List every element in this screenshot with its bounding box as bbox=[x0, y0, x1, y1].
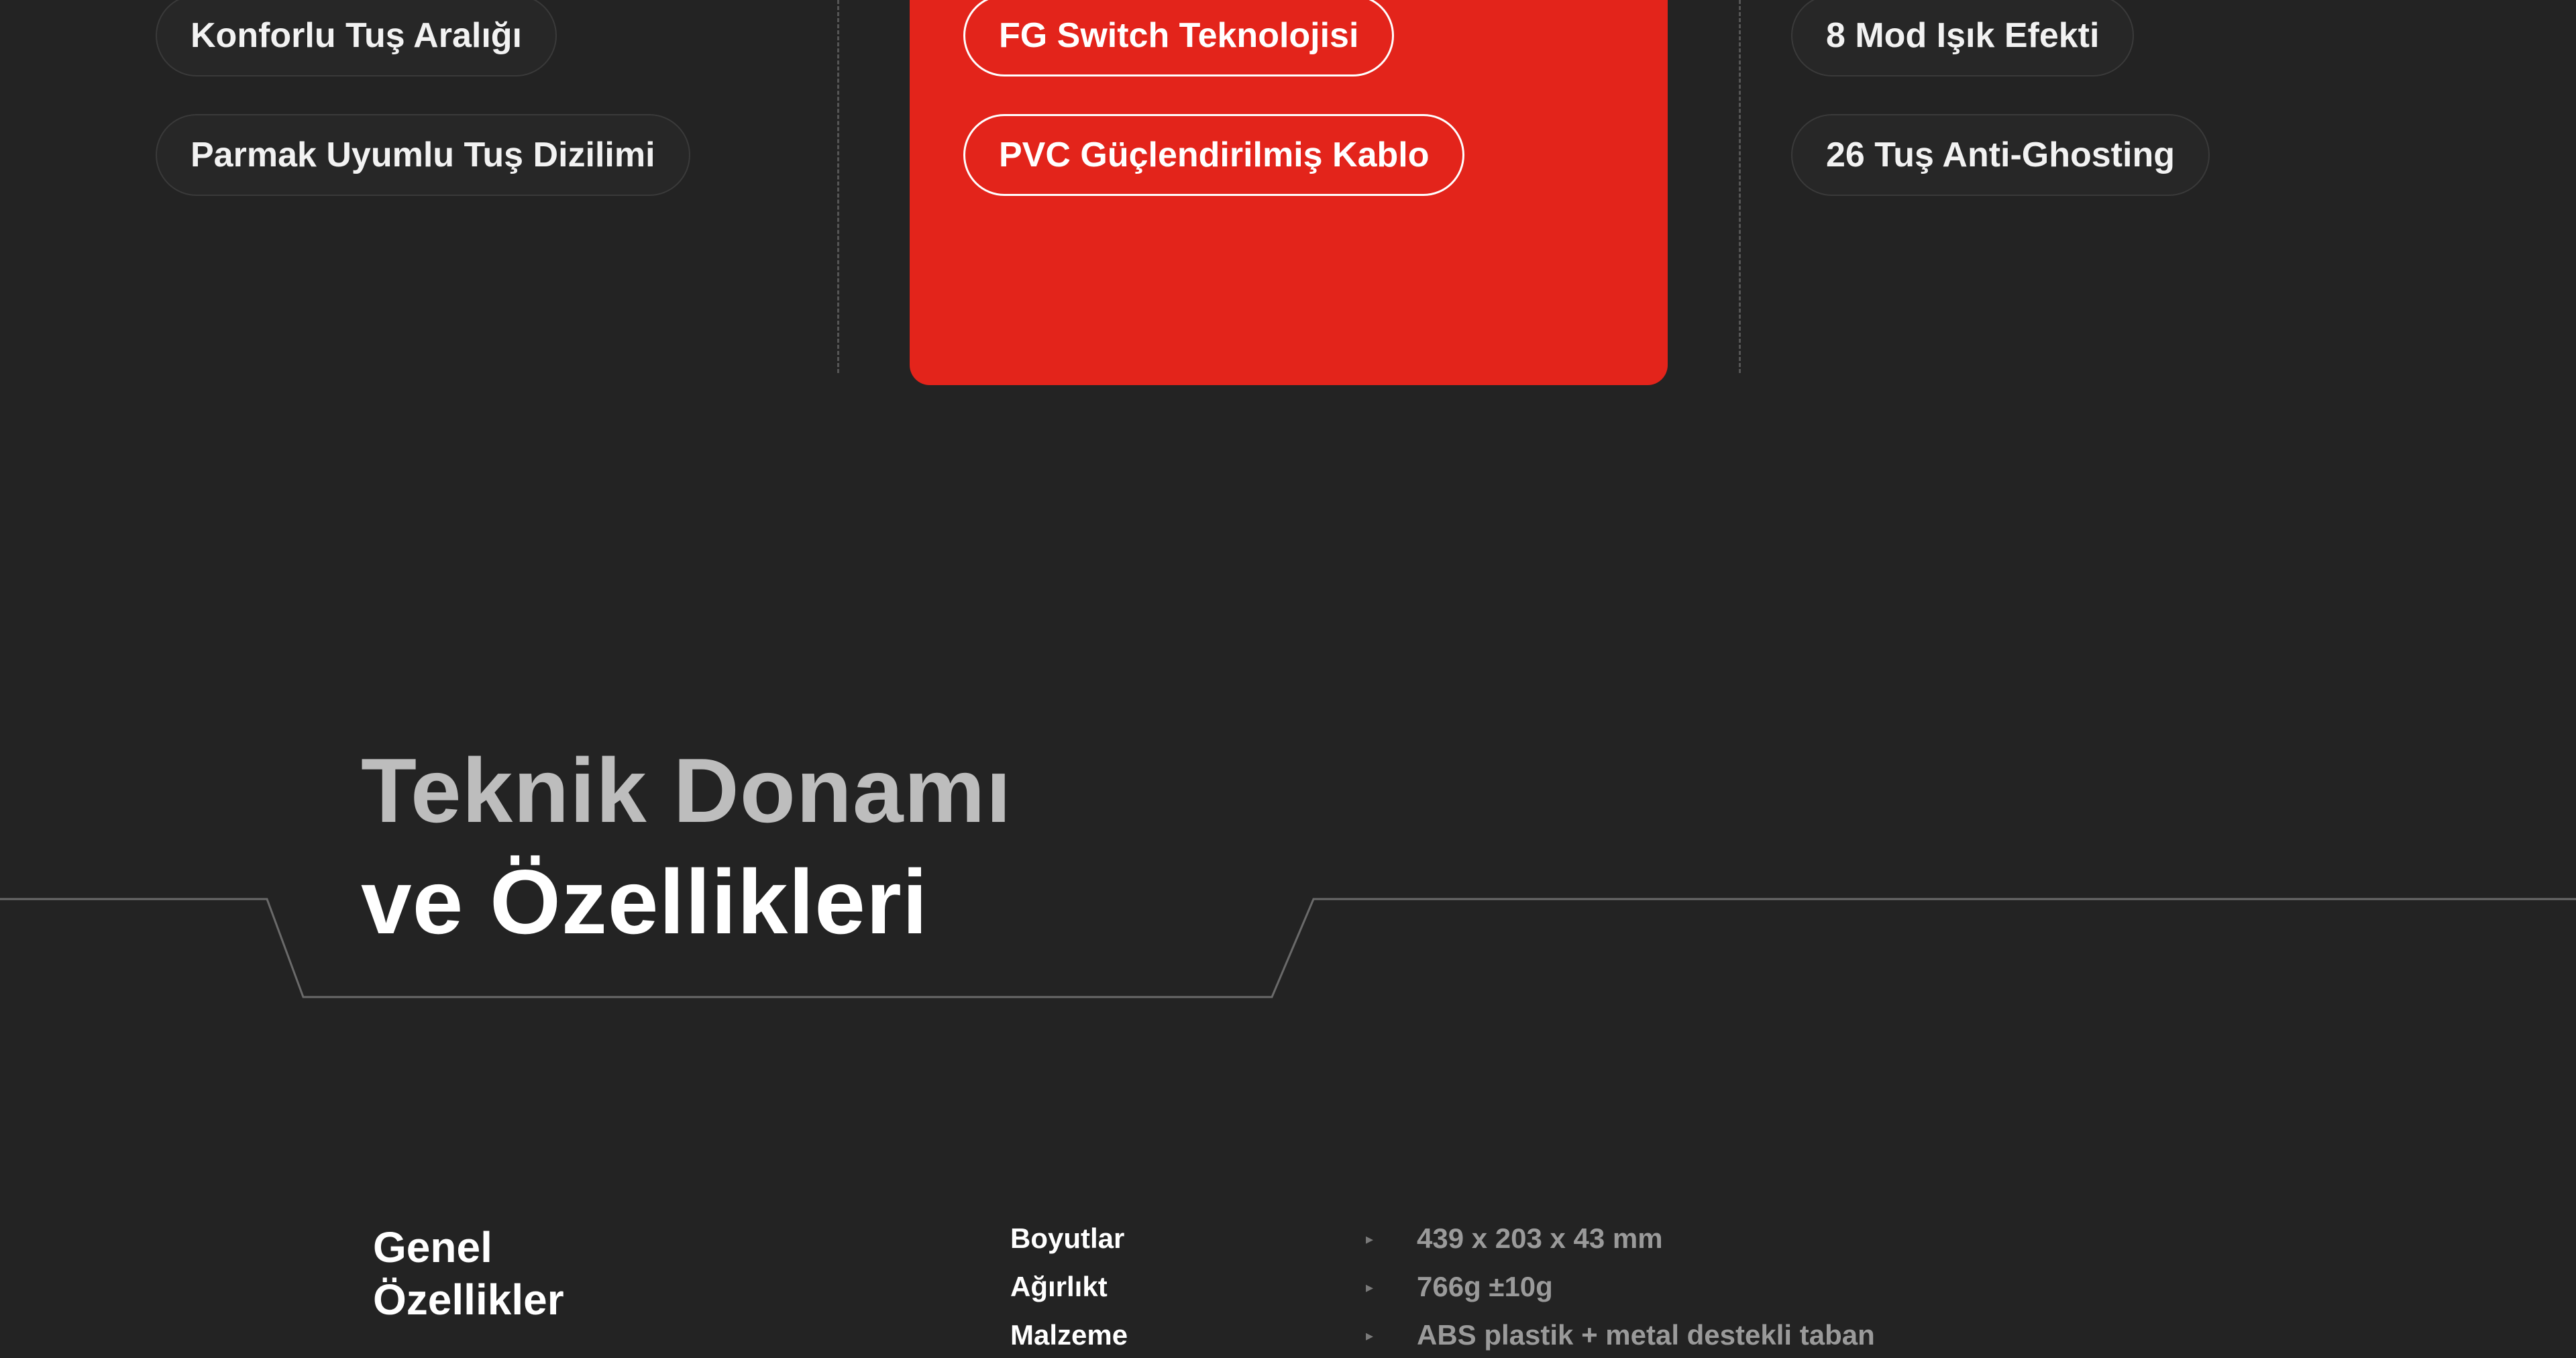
spec-row: Ağırlıkt ▸ 766g ±10g bbox=[0, 1271, 2576, 1311]
spec-label: Ağırlıkt bbox=[1010, 1271, 1108, 1302]
spec-row: Malzeme ▸ ABS plastik + metal destekli t… bbox=[0, 1319, 2576, 1358]
feature-pill-light-modes: 8 Mod Işık Efekti bbox=[1791, 0, 2135, 76]
page-title-line1: Teknik Donamı bbox=[361, 739, 1012, 841]
divider-left bbox=[837, 0, 839, 373]
spec-label: Malzeme bbox=[1010, 1319, 1128, 1351]
spec-value: ABS plastik + metal destekli taban bbox=[1417, 1319, 1875, 1351]
caret-right-icon: ▸ bbox=[1366, 1327, 1374, 1344]
feature-pill-anti-ghosting: 26 Tuş Anti-Ghosting bbox=[1791, 114, 2210, 196]
spec-value: 766g ±10g bbox=[1417, 1271, 1553, 1302]
spec-label: Boyutlar bbox=[1010, 1222, 1125, 1254]
feature-pill-finger-layout: Parmak Uyumlu Tuş Dizilimi bbox=[156, 114, 690, 196]
caret-right-icon: ▸ bbox=[1366, 1279, 1374, 1296]
divider-right bbox=[1739, 0, 1741, 373]
feature-pill-fg-switch: FG Switch Teknolojisi bbox=[963, 0, 1395, 76]
feature-pill-pvc-cable: PVC Güçlendirilmiş Kablo bbox=[963, 114, 1465, 196]
spec-row: Boyutlar ▸ 439 x 203 x 43 mm bbox=[0, 1222, 2576, 1263]
caret-right-icon: ▸ bbox=[1366, 1231, 1374, 1247]
page-title-line2: ve Özellikleri bbox=[361, 851, 928, 953]
feature-pill-comfort-spacing: Konforlu Tuş Aralığı bbox=[156, 0, 557, 76]
spec-value: 439 x 203 x 43 mm bbox=[1417, 1222, 1663, 1254]
